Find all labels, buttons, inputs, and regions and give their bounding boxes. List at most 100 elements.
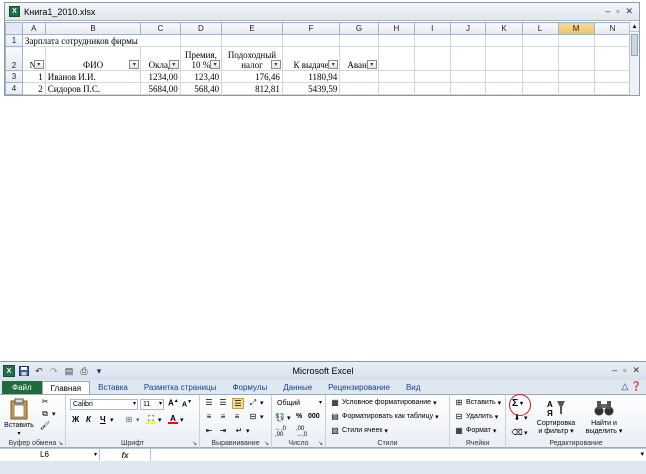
cell[interactable] [593,46,631,71]
cell[interactable] [339,82,379,95]
cell[interactable] [557,70,595,83]
insert-function-icon[interactable]: fx [100,451,150,460]
header-cell-vydacha[interactable]: К выдаче ▾ [281,46,341,71]
cell-premia[interactable]: 123,40 [179,70,223,83]
cell[interactable] [449,34,487,47]
tab-formulas[interactable]: Формулы [224,381,275,394]
clear-icon[interactable]: ⌫ ▾ [511,428,527,437]
column-header-i[interactable]: I [413,22,451,35]
cell[interactable] [339,70,379,83]
cell[interactable] [413,46,451,71]
cell[interactable] [179,34,223,47]
undo-icon[interactable]: ↶ [33,365,45,377]
cell[interactable] [521,34,559,47]
cell[interactable] [377,70,415,83]
cell-num[interactable]: 1 [21,70,46,83]
wrap-text-icon[interactable]: ↵ ▾ [234,426,250,435]
cell[interactable] [413,34,451,47]
merge-cells-icon[interactable]: ⊟ ▾ [248,412,264,421]
cell-nalog[interactable]: 812,81 [221,82,283,95]
cell[interactable] [413,70,451,83]
cell[interactable] [377,82,415,95]
thousands-format-button[interactable]: 000 [308,413,320,420]
cell-oklad[interactable]: 1234,00 [140,70,181,83]
cell[interactable] [339,34,379,47]
decrease-indent-icon[interactable]: ⇤ [204,426,214,435]
dialog-launcher-icon[interactable]: ↘ [192,440,197,447]
cell[interactable] [557,82,595,95]
header-cell-oklad[interactable]: Оклад ▾ [140,46,181,71]
header-cell-premia[interactable]: Премия, 10 % ▾ [179,46,223,71]
close-button[interactable]: ✕ [625,6,633,17]
align-center-icon[interactable]: ≡ [218,412,228,421]
row-header-2[interactable]: 2 [5,46,23,71]
font-color-icon[interactable]: A ▾ [168,414,184,424]
increase-decimal-icon[interactable]: ←,0,00 [275,426,286,438]
cell[interactable] [593,34,631,47]
filter-dropdown-icon[interactable]: ▾ [366,60,377,69]
cell-premia[interactable]: 568,40 [179,82,223,95]
cell[interactable] [521,70,559,83]
scroll-thumb[interactable] [631,34,638,56]
cell[interactable] [449,70,487,83]
column-header-d[interactable]: D [179,22,223,35]
cell-fio[interactable]: Иванов И.И. [44,70,142,83]
tab-view[interactable]: Вид [398,381,428,394]
column-header-a[interactable]: A [21,22,46,35]
sort-filter-button[interactable]: AЯ Сортировка и фильтр ▾ [534,398,578,436]
conditional-formatting-button[interactable]: ▦ Условное форматирование ▾ [330,398,436,407]
align-bottom-icon[interactable]: ☰ [232,398,244,409]
column-header-k[interactable]: K [485,22,523,35]
filter-dropdown-icon[interactable]: ▾ [328,60,339,69]
delete-cells-button[interactable]: ⊟ Удалить ▾ [454,412,499,421]
tab-data[interactable]: Данные [275,381,320,394]
print-icon[interactable]: ⎙ [78,365,90,377]
cell[interactable] [449,82,487,95]
cell[interactable] [593,70,631,83]
cell[interactable] [485,34,523,47]
insert-cells-button[interactable]: ⊞ Вставить ▾ [454,398,502,407]
formula-input[interactable] [150,449,646,461]
save-icon[interactable] [18,365,30,377]
cell-styles-button[interactable]: ▧ Стили ячеек ▾ [330,426,388,435]
find-select-button[interactable]: Найти и выделить ▾ [582,398,626,436]
scroll-up-icon[interactable]: ▲ [630,22,639,32]
cell[interactable] [521,46,559,71]
cell[interactable] [377,46,415,71]
dialog-launcher-icon[interactable]: ↘ [264,440,269,447]
cut-icon[interactable]: ✂ [40,397,50,406]
cell[interactable] [557,46,595,71]
restore-button[interactable]: ▫ [616,6,619,17]
cell[interactable] [593,82,631,95]
app-restore-button[interactable]: ▫ [623,365,626,376]
column-header-f[interactable]: F [281,22,341,35]
grow-font-icon[interactable]: A▲ [168,398,179,408]
filter-dropdown-icon[interactable]: ▾ [210,60,221,69]
cell[interactable] [377,34,415,47]
cell[interactable] [449,46,487,71]
font-size-select[interactable]: 11 ▾ [140,399,164,410]
copy-icon[interactable]: ⧉ ▾ [40,409,55,418]
column-header-e[interactable]: E [221,22,283,35]
cell[interactable] [281,34,341,47]
redo-icon[interactable]: ↷ [48,365,60,377]
tab-file[interactable]: Файл [2,381,42,394]
cell[interactable] [221,34,283,47]
dialog-launcher-icon[interactable]: ↘ [318,440,323,447]
app-minimize-button[interactable]: – [612,365,617,376]
tab-home[interactable]: Главная [41,381,91,394]
align-right-icon[interactable]: ≡ [232,412,242,421]
column-header-c[interactable]: C [140,22,181,35]
row-header-1[interactable]: 1 [5,34,23,47]
number-format-select[interactable]: Общий ▾ [275,399,323,410]
header-cell-fio[interactable]: ФИО ▾ [44,46,142,71]
paste-button[interactable]: Вставить ▾ [4,398,34,438]
filter-dropdown-icon[interactable]: ▾ [270,60,281,69]
minimize-button[interactable]: – [605,6,610,17]
align-top-icon[interactable]: ☰ [204,398,214,407]
filter-dropdown-icon[interactable]: ▾ [129,60,140,69]
print-preview-icon[interactable]: ▤ [63,365,75,377]
filter-dropdown-icon[interactable]: ▾ [168,60,179,69]
underline-dropdown-icon[interactable]: ▾ [110,416,114,424]
column-header-n[interactable]: N [593,22,631,35]
